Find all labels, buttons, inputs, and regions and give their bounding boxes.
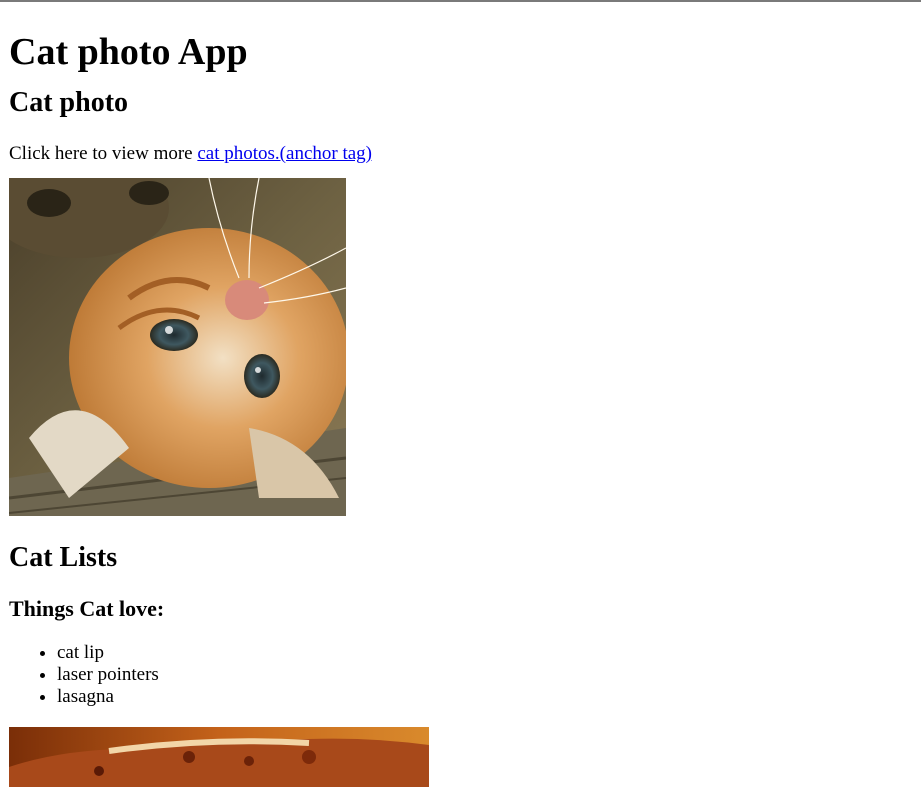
cat-photo-heading: Cat photo bbox=[9, 87, 129, 118]
page-title: Cat photo App bbox=[9, 31, 248, 73]
kitten-photo-icon bbox=[9, 178, 346, 516]
kitten-photo-image[interactable] bbox=[9, 178, 346, 516]
page: Cat photo App Cat photo Click here to vi… bbox=[0, 0, 921, 803]
things-cat-love-heading: Things Cat love: bbox=[9, 596, 165, 621]
cat-photos-link[interactable]: cat photos.(anchor tag) bbox=[197, 143, 372, 164]
more-photos-text: Click here to view more cat photos.(anch… bbox=[9, 143, 921, 165]
cat-love-list: cat lip laser pointers lasagna bbox=[9, 642, 921, 708]
list-item: lasagna bbox=[57, 686, 921, 708]
lasagna-photo-image[interactable] bbox=[9, 727, 429, 787]
lasagna-photo-icon bbox=[9, 727, 429, 787]
cat-lists-heading: Cat Lists bbox=[9, 542, 118, 573]
more-photos-intro: Click here to view more bbox=[9, 143, 198, 164]
list-item: laser pointers bbox=[57, 664, 921, 686]
list-item: cat lip bbox=[57, 642, 921, 664]
